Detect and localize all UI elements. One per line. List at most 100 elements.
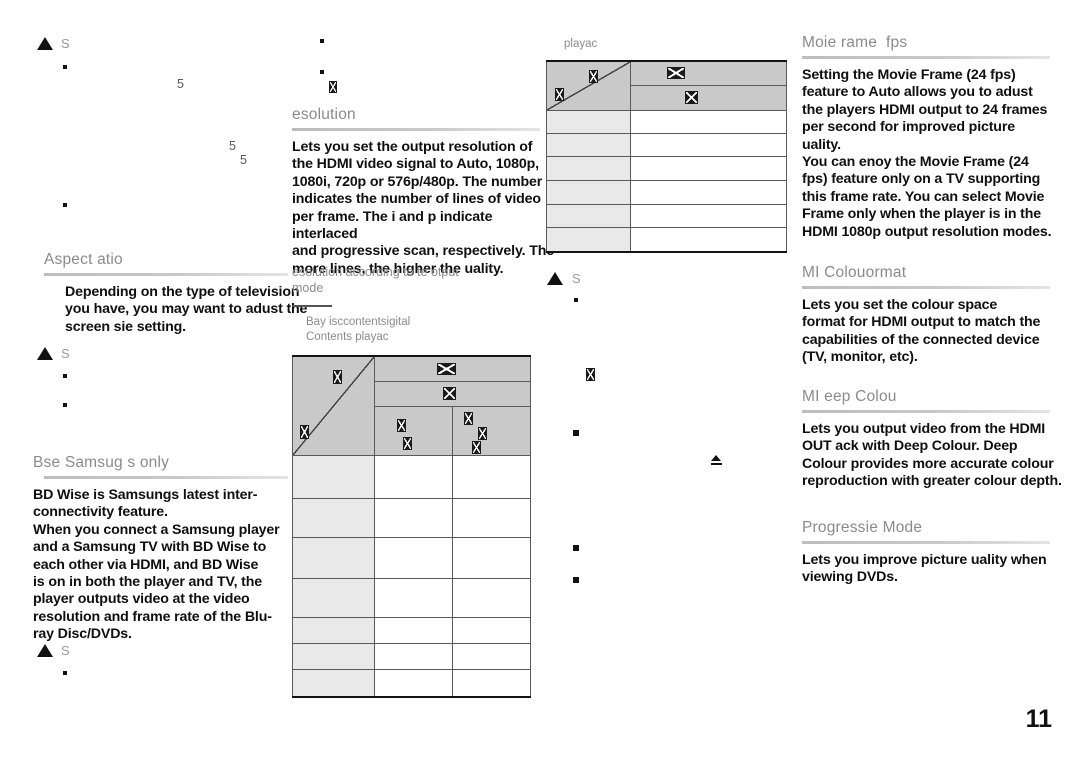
- section-body-hdmi-colour-format: Lets you set the colour space format for…: [802, 297, 1041, 366]
- section-body-resolution: Lets you set the output resolution of th…: [292, 139, 554, 277]
- table-row-label: [546, 156, 631, 181]
- table-row-label: [292, 455, 375, 499]
- table-cell: [374, 498, 453, 538]
- missing-glyph-box: [478, 427, 487, 440]
- section-body-movie-frame: Setting the Movie Frame (24 fps) feature…: [802, 67, 1052, 240]
- table-cell: [374, 578, 453, 618]
- note-label: S: [61, 36, 70, 51]
- manual-page: S 5 5 5 Aspect atio Depending on the typ…: [0, 0, 1080, 766]
- heading-rule: [802, 286, 1050, 289]
- subheading-resolution-output-mode: esolution according to te otput mode: [292, 265, 459, 295]
- note-bullet: [574, 298, 578, 302]
- section-heading-movie-frame: Moie rame fps: [802, 34, 908, 51]
- table-row-label: [292, 643, 375, 670]
- table-row-label: [546, 180, 631, 205]
- section-heading-progressive-mode: Progressie Mode: [802, 519, 923, 536]
- table-row: [292, 617, 531, 644]
- note-bullet: [63, 403, 67, 407]
- table-row: [292, 455, 531, 499]
- note-label: S: [61, 643, 70, 658]
- table-row-label: [292, 578, 375, 618]
- table-row: [292, 669, 531, 698]
- section-heading-aspect-ratio: Aspect atio: [44, 251, 123, 268]
- table-caption-resolution: Bay isccontentsigital Contents playac: [306, 316, 411, 343]
- table-cell: [452, 537, 531, 579]
- column-2: esolution Lets you set the output resolu…: [292, 0, 554, 766]
- note-bullet: [63, 65, 67, 69]
- table-row-label: [546, 110, 631, 134]
- missing-glyph-box: [586, 368, 595, 381]
- section-body-progressive-mode: Lets you improve picture uality when vie…: [802, 552, 1047, 586]
- column-3: playac S: [546, 0, 791, 766]
- table-cell: [374, 669, 453, 698]
- heading-rule: [802, 410, 1050, 413]
- table-row: [292, 643, 531, 670]
- section-body-bd-wise: BD Wise is Samsungs latest inter- connec…: [33, 487, 280, 643]
- missing-glyph-box: [443, 387, 456, 400]
- table-header-cell: [452, 406, 531, 456]
- missing-glyph-box: [589, 70, 598, 83]
- stray-digit: 5: [177, 77, 184, 91]
- table-header-band-2: [374, 381, 531, 407]
- missing-glyph-box: [685, 91, 698, 104]
- table-cell: [630, 227, 787, 253]
- table-header-band-2: [630, 85, 787, 111]
- table-cell: [452, 498, 531, 538]
- table-corner-cell: [292, 355, 375, 456]
- heading-rule: [802, 56, 1050, 59]
- note-bullet: [63, 203, 67, 207]
- table-row: [546, 110, 787, 134]
- table-row-label: [292, 669, 375, 698]
- table-cell: [374, 537, 453, 579]
- table-caption-playback: playac: [564, 38, 598, 50]
- table-cell: [452, 617, 531, 644]
- table-row: [292, 578, 531, 618]
- table-row-label: [546, 133, 631, 157]
- table-row: [292, 537, 531, 579]
- table-row-label: [292, 617, 375, 644]
- table-cell: [630, 110, 787, 134]
- missing-glyph-box: [300, 425, 309, 439]
- subheading-rule: [292, 305, 332, 307]
- page-number: 11: [1025, 705, 1052, 733]
- missing-glyph-box: [333, 370, 342, 384]
- missing-glyph-box: [397, 419, 406, 432]
- note-bullet: [63, 671, 67, 675]
- table-playback: [546, 60, 787, 253]
- section-heading-resolution: esolution: [292, 106, 356, 123]
- table-header-band-1: [630, 60, 787, 86]
- table-row-label: [292, 537, 375, 579]
- column-1: S 5 5 5 Aspect atio Depending on the typ…: [33, 0, 307, 766]
- section-body-hdmi-deep-colour: Lets you output video from the HDMI OUT …: [802, 421, 1062, 490]
- stray-digit: 5: [229, 139, 236, 153]
- table-cell: [452, 455, 531, 499]
- table-corner-cell: [546, 60, 631, 111]
- table-row: [546, 204, 787, 228]
- table-cell: [452, 578, 531, 618]
- table-row: [546, 227, 787, 253]
- table-cell: [452, 643, 531, 670]
- table-cell: [630, 133, 787, 157]
- section-heading-hdmi-deep-colour: MI eep Colou: [802, 388, 897, 405]
- note-label: S: [61, 346, 70, 361]
- table-cell: [374, 617, 453, 644]
- note-bullet: [573, 545, 579, 551]
- table-cell: [630, 204, 787, 228]
- missing-glyph-box: [667, 67, 685, 79]
- note-bullet: [63, 374, 67, 378]
- table-row: [546, 133, 787, 157]
- table-cell: [452, 669, 531, 698]
- heading-rule: [292, 128, 540, 131]
- table-cell: [630, 156, 787, 181]
- table-cell: [374, 643, 453, 670]
- heading-rule: [44, 476, 288, 479]
- table-row-label: [546, 204, 631, 228]
- stray-digit: 5: [240, 153, 247, 167]
- note-label: S: [572, 271, 581, 286]
- missing-glyph-box: [437, 363, 456, 375]
- column-4: Moie rame fps Setting the Movie Frame (2…: [802, 0, 1062, 766]
- section-heading-bd-wise: Bse Samsug s only: [33, 454, 170, 471]
- table-cell: [630, 180, 787, 205]
- note-bullet: [573, 577, 579, 583]
- note-triangle-icon: [37, 37, 53, 50]
